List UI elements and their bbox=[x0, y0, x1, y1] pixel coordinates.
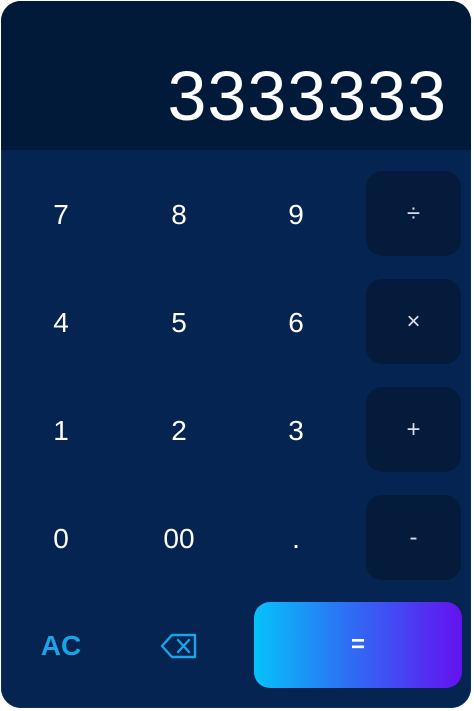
key-5[interactable]: 5 bbox=[124, 279, 234, 367]
key-4[interactable]: 4 bbox=[6, 279, 116, 367]
key-00[interactable]: 00 bbox=[124, 495, 234, 583]
display-panel: 3333333 bbox=[1, 1, 471, 150]
key-7[interactable]: 7 bbox=[6, 171, 116, 259]
clear-button[interactable]: AC bbox=[6, 602, 116, 690]
decimal-button[interactable]: . bbox=[241, 495, 351, 583]
key-1[interactable]: 1 bbox=[6, 387, 116, 475]
minus-button[interactable]: - bbox=[366, 495, 461, 580]
multiply-button[interactable]: × bbox=[366, 279, 461, 364]
plus-button[interactable]: + bbox=[366, 387, 461, 472]
key-0[interactable]: 0 bbox=[6, 495, 116, 583]
calculator: 3333333 7 8 9 ÷ 4 5 6 × 1 2 3 + 0 00 . -… bbox=[1, 1, 471, 708]
key-9[interactable]: 9 bbox=[241, 171, 351, 259]
key-3[interactable]: 3 bbox=[241, 387, 351, 475]
display-value: 3333333 bbox=[167, 57, 447, 135]
backspace-button[interactable] bbox=[124, 602, 234, 690]
key-6[interactable]: 6 bbox=[241, 279, 351, 367]
backspace-icon bbox=[160, 633, 197, 659]
divide-button[interactable]: ÷ bbox=[366, 171, 461, 256]
key-8[interactable]: 8 bbox=[124, 171, 234, 259]
key-2[interactable]: 2 bbox=[124, 387, 234, 475]
equals-button[interactable]: = bbox=[254, 602, 462, 688]
